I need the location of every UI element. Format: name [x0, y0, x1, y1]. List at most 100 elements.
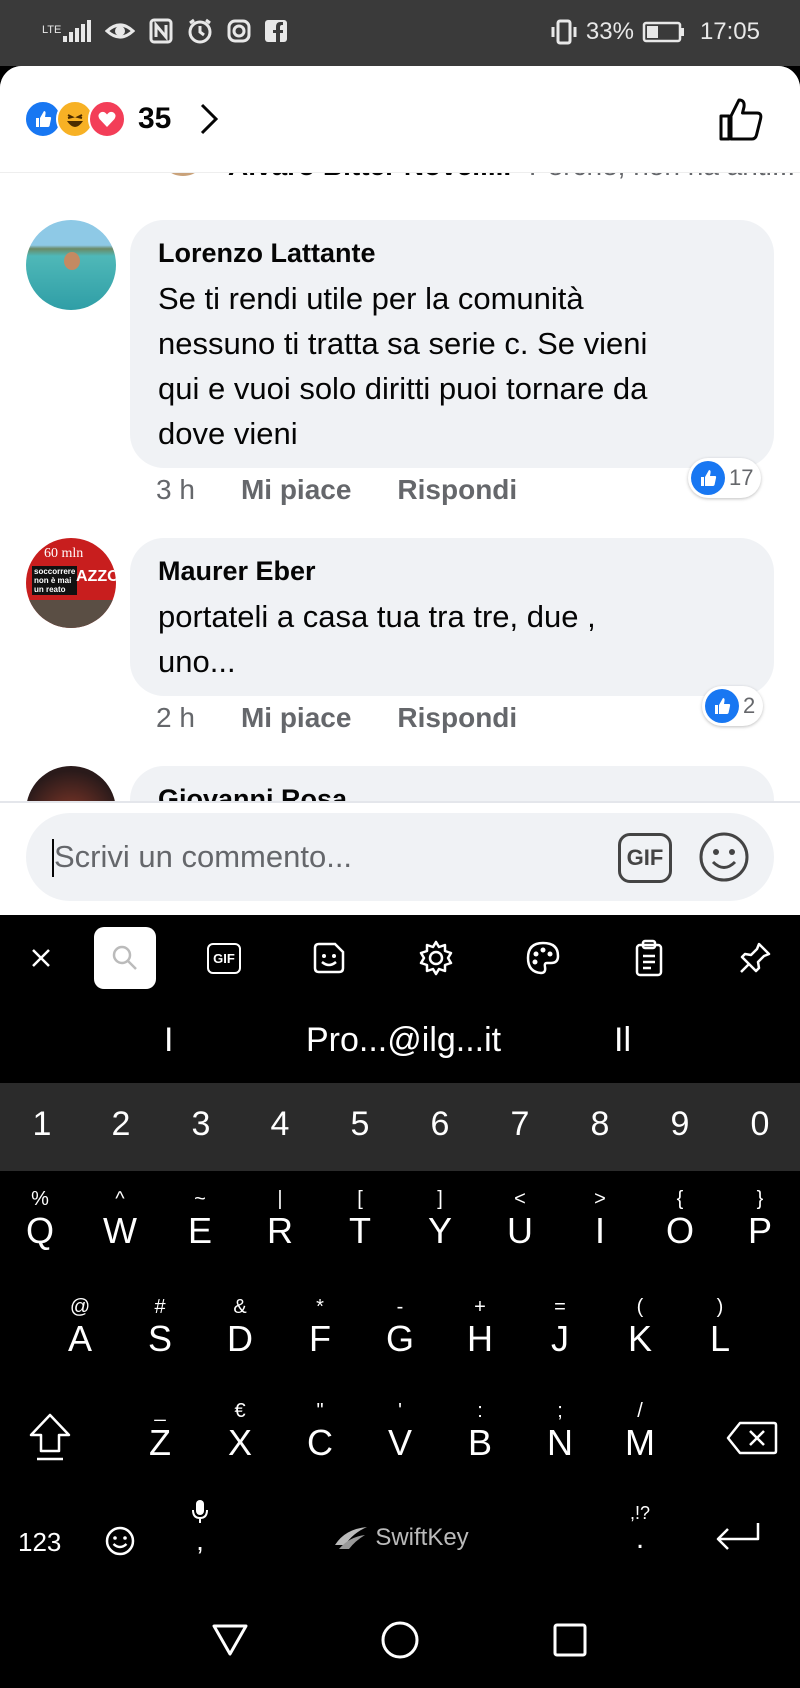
key-e[interactable]: ~ E — [160, 1187, 240, 1277]
key-a[interactable]: @ A — [40, 1295, 120, 1385]
comment-line: uno... — [158, 644, 236, 679]
key-3[interactable]: 3 — [161, 1105, 241, 1144]
key-m[interactable]: / M — [600, 1399, 680, 1489]
key-t[interactable]: [T — [320, 1187, 400, 1277]
shift-key[interactable] — [10, 1395, 90, 1485]
keyboard: GIF I Pro...@ilg...it Il 1 2 3 4 5 6 7 8… — [0, 915, 800, 1598]
numbers-key[interactable]: 123 — [18, 1527, 61, 1558]
key-secondary: @ — [69, 1296, 91, 1318]
navigation-bar — [0, 1598, 800, 1688]
search-icon[interactable] — [94, 927, 156, 989]
key-j[interactable]: = J — [520, 1295, 600, 1385]
key-h[interactable]: + H — [440, 1295, 520, 1385]
key-2[interactable]: 2 — [81, 1105, 161, 1144]
key-0[interactable]: 0 — [720, 1105, 800, 1144]
period-key[interactable]: ,!? . — [620, 1503, 660, 1554]
key-primary: M — [625, 1422, 655, 1463]
key-9[interactable]: 9 — [640, 1105, 720, 1144]
backspace-key[interactable] — [712, 1395, 792, 1485]
reply-button[interactable]: Rispondi — [397, 702, 517, 734]
recents-icon[interactable] — [552, 1622, 588, 1658]
clipboard-icon[interactable] — [618, 927, 680, 989]
suggestion-right[interactable]: Il — [614, 1021, 631, 1060]
suggestion-left[interactable]: I — [164, 1021, 173, 1060]
suggestion-center[interactable]: Pro...@ilg...it — [306, 1021, 501, 1060]
comment-author[interactable]: Maurer Eber — [158, 556, 316, 587]
key-primary: P — [747, 1210, 772, 1251]
sticker-icon[interactable] — [298, 927, 360, 989]
key-7[interactable]: 7 — [480, 1105, 560, 1144]
space-bar[interactable]: SwiftKey — [250, 1513, 550, 1563]
key-u[interactable]: < U — [480, 1187, 560, 1277]
comment-bubble[interactable]: Lorenzo Lattante Se ti rendi utile per l… — [130, 220, 774, 468]
vibrate-icon — [551, 19, 577, 45]
like-count: 17 — [729, 465, 754, 490]
key-secondary: - — [396, 1296, 404, 1318]
key-1[interactable]: 1 — [2, 1105, 82, 1144]
key-v[interactable]: ' V — [360, 1399, 440, 1489]
comment-text: portateli a casa tua tra tre, due , uno.… — [158, 594, 596, 684]
reply-button[interactable]: Rispondi — [397, 474, 517, 506]
key-n[interactable]: ; N — [520, 1399, 600, 1489]
key-l[interactable]: ) L — [680, 1295, 760, 1385]
key-4[interactable]: 4 — [240, 1105, 320, 1144]
like-comment-button[interactable]: Mi piace — [241, 702, 351, 734]
comment-input-box[interactable]: GIF — [26, 813, 774, 901]
key-b[interactable]: :B — [440, 1399, 520, 1489]
key-secondary: / — [637, 1400, 643, 1422]
key-x[interactable]: € X — [200, 1399, 280, 1489]
emoji-key[interactable] — [104, 1525, 136, 1562]
gif-icon[interactable]: GIF — [193, 927, 255, 989]
key-secondary: ^ — [115, 1188, 125, 1210]
settings-icon[interactable] — [405, 927, 467, 989]
key-q[interactable]: % Q — [0, 1187, 80, 1277]
key-z[interactable]: _ Z — [120, 1399, 200, 1489]
key-f[interactable]: * F — [280, 1295, 360, 1385]
avatar[interactable]: 60 mln soccorrere non è mai un reato AZZ… — [26, 538, 116, 628]
close-icon[interactable] — [10, 927, 72, 989]
avatar-text: soccorrere — [34, 567, 76, 576]
key-secondary: ( — [636, 1296, 644, 1318]
key-d[interactable]: & D — [200, 1295, 280, 1385]
comment-actions: 2 h Mi piace Rispondi — [156, 702, 563, 734]
reactions-summary[interactable]: 35 — [24, 100, 219, 138]
key-p[interactable]: } P — [720, 1187, 800, 1277]
like-comment-button[interactable]: Mi piace — [241, 474, 351, 506]
key-primary: Y — [427, 1210, 452, 1251]
comment-bubble[interactable]: Maurer Eber portateli a casa tua tra tre… — [130, 538, 774, 696]
key-k[interactable]: (K — [600, 1295, 680, 1385]
avatar[interactable] — [26, 220, 116, 310]
key-s[interactable]: # S — [120, 1295, 200, 1385]
home-icon[interactable] — [380, 1620, 420, 1660]
comment-like-count[interactable]: 17 — [688, 458, 762, 498]
pin-icon[interactable] — [724, 927, 786, 989]
theme-icon[interactable] — [512, 927, 574, 989]
key-6[interactable]: 6 — [400, 1105, 480, 1144]
comment-input[interactable] — [54, 829, 534, 885]
key-g[interactable]: -G — [360, 1295, 440, 1385]
like-post-button[interactable] — [718, 96, 764, 142]
key-primary: Z — [149, 1422, 171, 1463]
enter-key[interactable] — [712, 1521, 762, 1558]
suggestion-bar: I Pro...@ilg...it Il — [0, 1001, 800, 1087]
key-o[interactable]: {O — [640, 1187, 720, 1277]
key-primary: V — [387, 1422, 412, 1463]
key-secondary: > — [594, 1188, 606, 1210]
comment-like-count[interactable]: 2 — [702, 686, 764, 726]
comment-author[interactable]: Lorenzo Lattante — [158, 238, 376, 269]
key-8[interactable]: 8 — [560, 1105, 640, 1144]
eye-icon — [105, 23, 136, 39]
gif-button[interactable]: GIF — [618, 833, 672, 883]
key-w[interactable]: ^ W — [80, 1187, 160, 1277]
back-icon[interactable] — [210, 1620, 250, 1660]
key-5[interactable]: 5 — [320, 1105, 400, 1144]
key-r[interactable]: | R — [240, 1187, 320, 1277]
key-y[interactable]: ] Y — [400, 1187, 480, 1277]
key-primary: T — [349, 1210, 371, 1251]
comma-key[interactable]: , — [180, 1499, 220, 1555]
instagram-icon — [227, 19, 251, 43]
key-secondary: € — [234, 1400, 246, 1422]
key-i[interactable]: > I — [560, 1187, 640, 1277]
key-c[interactable]: " C — [280, 1399, 360, 1489]
emoji-button[interactable] — [698, 831, 750, 883]
